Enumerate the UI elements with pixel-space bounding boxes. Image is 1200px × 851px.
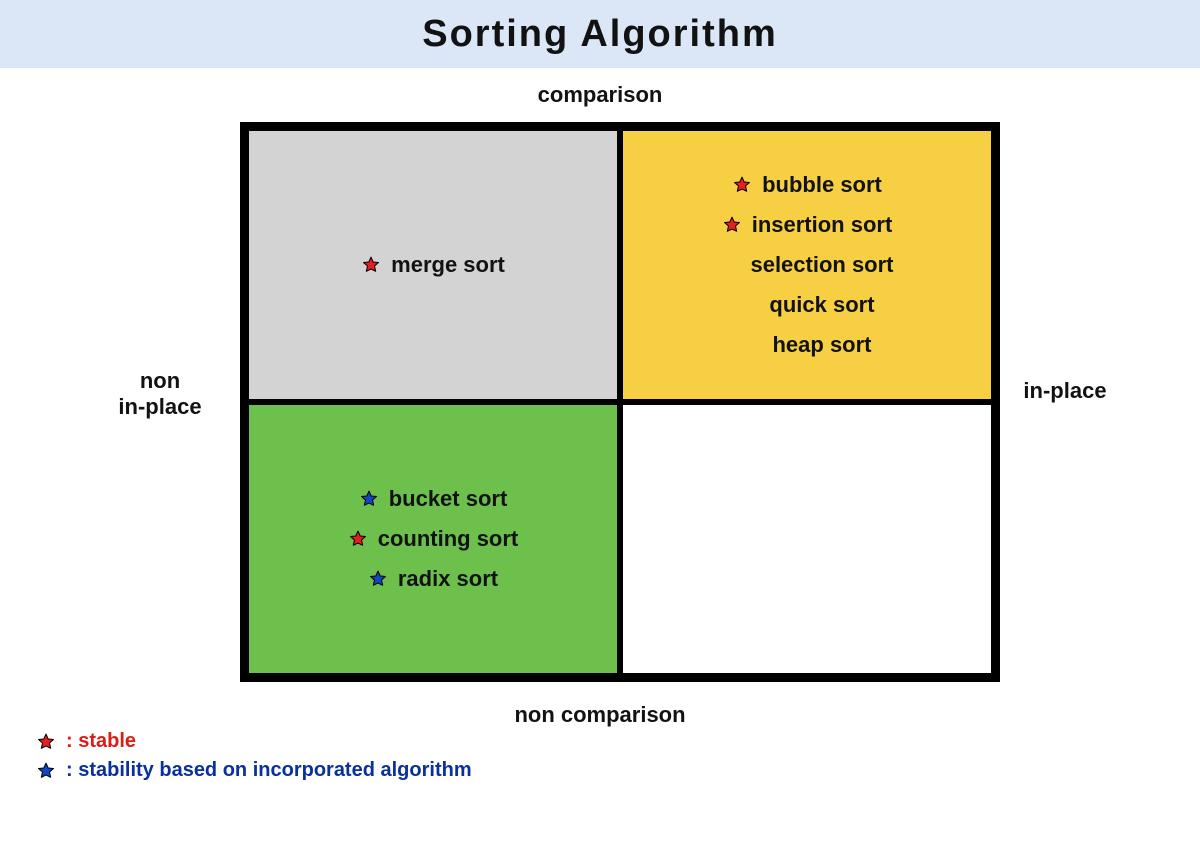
algorithm-label: counting sort — [378, 526, 519, 552]
legend-stable: : stable — [36, 730, 472, 753]
legend-stable-text: : stable — [66, 730, 136, 753]
algorithm-item: selection sort — [720, 252, 893, 278]
algorithm-label: radix sort — [398, 566, 498, 592]
page-title: Sorting Algorithm — [422, 13, 778, 56]
star-icon — [368, 569, 390, 589]
star-icon — [348, 529, 370, 549]
axis-label-left: nonin-place — [100, 368, 220, 421]
star-icon — [732, 175, 754, 195]
quadrant-in-place-comparison: bubble sort insertion sort selection sort q… — [620, 128, 994, 402]
star-icon — [722, 215, 744, 235]
legend: : stable : stability based on incorporat… — [36, 730, 472, 782]
star-icon — [359, 489, 381, 509]
algorithm-item: heap sort — [742, 332, 871, 358]
sorting-diagram: comparison non comparison nonin-place in… — [0, 68, 1200, 788]
star-icon — [36, 761, 58, 781]
algorithm-item: bucket sort — [359, 486, 508, 512]
algorithm-label: selection sort — [750, 252, 893, 278]
algorithm-item: counting sort — [348, 526, 519, 552]
star-icon — [36, 732, 58, 752]
algorithm-item: quick sort — [739, 292, 874, 318]
algorithm-label: merge sort — [391, 252, 505, 278]
axis-label-bottom: non comparison — [0, 702, 1200, 728]
algorithm-item: merge sort — [361, 252, 505, 278]
quadrant-in-place-non-comparison — [620, 402, 994, 676]
algorithm-item: bubble sort — [732, 172, 882, 198]
algorithm-label: heap sort — [772, 332, 871, 358]
algorithm-label: quick sort — [769, 292, 874, 318]
algorithm-label: insertion sort — [752, 212, 893, 238]
algorithm-label: bucket sort — [389, 486, 508, 512]
axis-label-top: comparison — [0, 82, 1200, 108]
star-icon — [361, 255, 383, 275]
algorithm-item: radix sort — [368, 566, 498, 592]
title-bar: Sorting Algorithm — [0, 0, 1200, 68]
quadrant-non-in-place-non-comparison: bucket sort counting sort radix sort — [246, 402, 620, 676]
legend-conditional-text: : stability based on incorporated algori… — [66, 759, 472, 782]
quadrant-grid: merge sort bubble sort insertion sort sele… — [240, 122, 1000, 682]
algorithm-label: bubble sort — [762, 172, 882, 198]
legend-conditional-stable: : stability based on incorporated algori… — [36, 759, 472, 782]
axis-label-right: in-place — [1005, 378, 1125, 404]
algorithm-item: insertion sort — [722, 212, 893, 238]
quadrant-non-in-place-comparison: merge sort — [246, 128, 620, 402]
